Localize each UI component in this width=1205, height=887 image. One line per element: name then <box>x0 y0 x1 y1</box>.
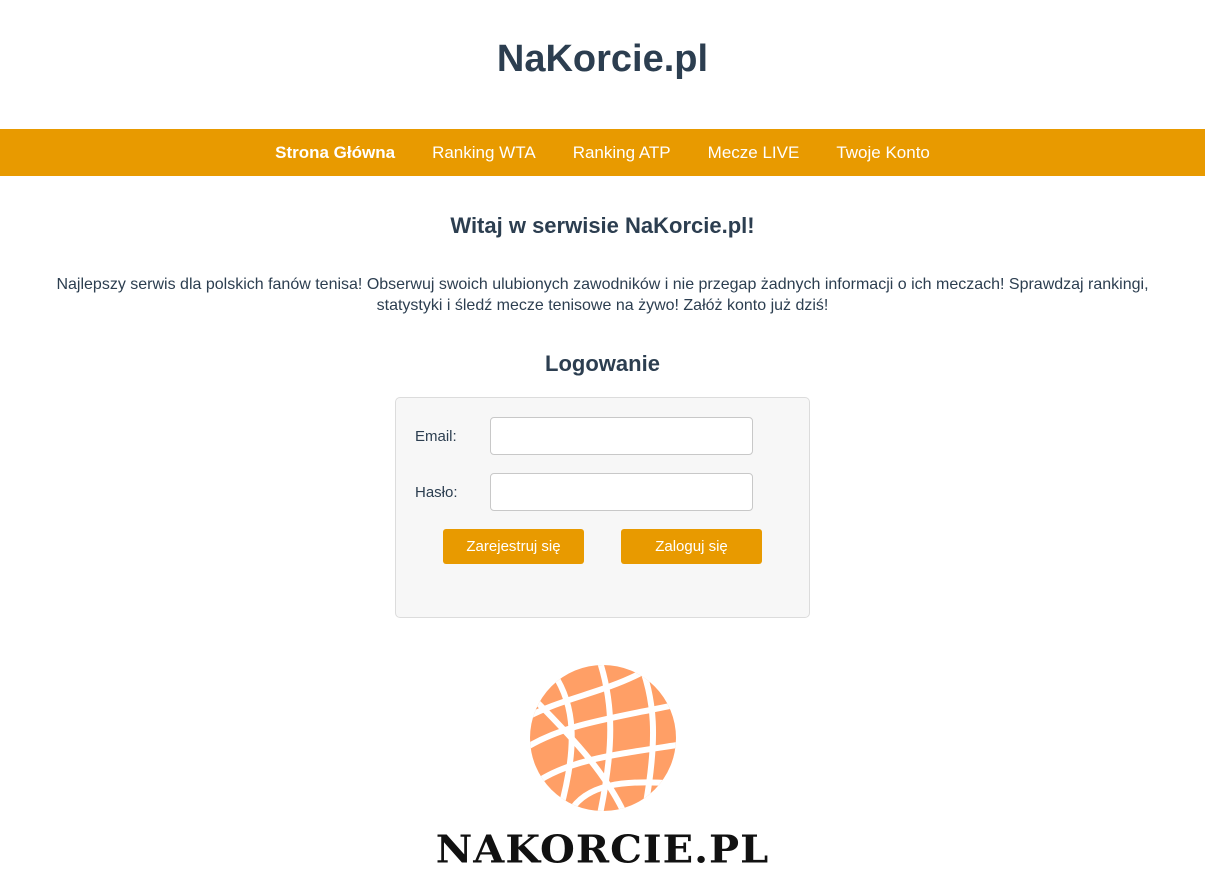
intro-text: Najlepszy serwis dla polskich fanów teni… <box>56 276 1149 314</box>
register-button[interactable]: Zarejestruj się <box>443 529 584 564</box>
login-buttons: Zarejestruj się Zaloguj się <box>396 529 809 564</box>
password-input[interactable] <box>490 473 753 511</box>
password-label: Hasło: <box>415 483 458 501</box>
nav-item-home[interactable]: Strona Główna <box>257 143 414 163</box>
nav-item-ranking-wta[interactable]: Ranking WTA <box>414 143 555 163</box>
tennis-ball-icon <box>529 665 676 811</box>
email-row: Email: <box>396 417 809 455</box>
login-button[interactable]: Zaloguj się <box>621 529 762 564</box>
logo: NAKORCIE.PL <box>0 664 1205 873</box>
nav-item-account[interactable]: Twoje Konto <box>818 143 949 163</box>
login-form: Email: Hasło: Zarejestruj się Zaloguj si… <box>395 397 810 618</box>
email-input[interactable] <box>490 417 753 455</box>
nav-item-live-matches[interactable]: Mecze LIVE <box>689 143 818 163</box>
welcome-heading: Witaj w serwisie NaKorcie.pl! <box>450 213 755 238</box>
email-label: Email: <box>415 427 457 445</box>
login-title: Logowanie <box>545 351 660 376</box>
main-nav: Strona Główna Ranking WTA Ranking ATP Me… <box>0 129 1205 176</box>
password-row: Hasło: <box>396 473 809 511</box>
site-header: NaKorcie.pl <box>0 0 1205 129</box>
main-content: Witaj w serwisie NaKorcie.pl! Najlepszy … <box>0 213 1205 873</box>
site-title: NaKorcie.pl <box>496 38 709 80</box>
nav-item-ranking-atp[interactable]: Ranking ATP <box>554 143 689 163</box>
logo-wordmark: NAKORCIE.PL <box>435 827 770 872</box>
